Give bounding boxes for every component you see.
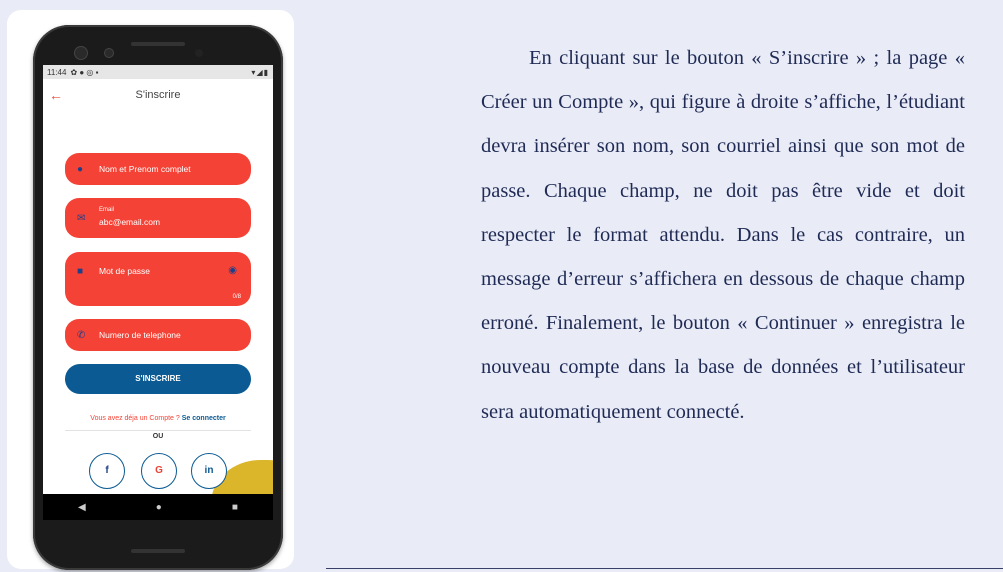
bottom-rule <box>326 568 1003 569</box>
email-field[interactable]: ✉ Email abc@email.com <box>65 198 251 238</box>
or-label: OU <box>152 433 164 440</box>
phone-mockup-card: 11:44 ✿ ● ◎ ▪ ▾◢▮ ← S'inscrire ● Nom et … <box>7 10 294 570</box>
facebook-button[interactable]: f <box>89 453 125 489</box>
page-title: S'inscrire <box>135 89 181 101</box>
front-camera-icon <box>195 49 203 57</box>
nav-recents-icon[interactable]: ■ <box>232 502 238 513</box>
status-bar: 11:44 ✿ ● ◎ ▪ ▾◢▮ <box>43 65 273 79</box>
app-bar: ← S'inscrire <box>43 79 273 115</box>
linkedin-button[interactable]: in <box>191 453 227 489</box>
lock-icon: ■ <box>77 266 84 277</box>
mail-icon: ✉ <box>77 213 86 224</box>
name-placeholder: Nom et Prenom complet <box>99 164 191 174</box>
camera-icon <box>75 47 87 59</box>
divider <box>65 430 251 431</box>
email-value: abc@email.com <box>99 217 161 227</box>
google-button[interactable]: G <box>141 453 177 489</box>
phone-number-field[interactable]: ✆ Numero de telephone <box>65 319 251 351</box>
password-field[interactable]: ■ Mot de passe ◉ 0/8 <box>65 252 251 306</box>
sensor-icon <box>105 49 113 57</box>
nav-home-icon[interactable]: ● <box>156 502 162 513</box>
email-label: Email <box>99 207 115 213</box>
login-link[interactable]: Se connecter <box>182 415 226 422</box>
nav-back-icon[interactable]: ◀ <box>78 502 86 513</box>
android-nav-bar: ◀ ● ■ <box>43 494 273 520</box>
phone-bottom-bar <box>131 549 185 553</box>
speaker-grille <box>131 42 185 46</box>
signup-button[interactable]: S'INSCRIRE <box>65 364 251 394</box>
phone-placeholder: Numero de telephone <box>99 330 181 340</box>
eye-off-icon[interactable]: ◉ <box>228 265 237 276</box>
login-prompt-text: Vous avez déja un Compte ? <box>90 415 180 422</box>
person-icon: ● <box>77 164 84 175</box>
password-counter: 0/8 <box>232 294 241 300</box>
login-prompt: Vous avez déja un Compte ? Se connecter <box>43 415 273 422</box>
status-time: 11:44 <box>47 67 67 77</box>
password-placeholder: Mot de passe <box>99 266 151 276</box>
status-signal-icons: ▾◢▮ <box>251 67 269 77</box>
phone-frame: 11:44 ✿ ● ◎ ▪ ▾◢▮ ← S'inscrire ● Nom et … <box>33 25 283 570</box>
description-paragraph: En cliquant sur le bouton « S’inscrire »… <box>481 47 965 423</box>
phone-icon: ✆ <box>77 330 86 341</box>
phone-screen: 11:44 ✿ ● ◎ ▪ ▾◢▮ ← S'inscrire ● Nom et … <box>43 65 273 520</box>
name-field[interactable]: ● Nom et Prenom complet <box>65 153 251 185</box>
status-icons: ✿ ● ◎ ▪ <box>70 67 99 77</box>
